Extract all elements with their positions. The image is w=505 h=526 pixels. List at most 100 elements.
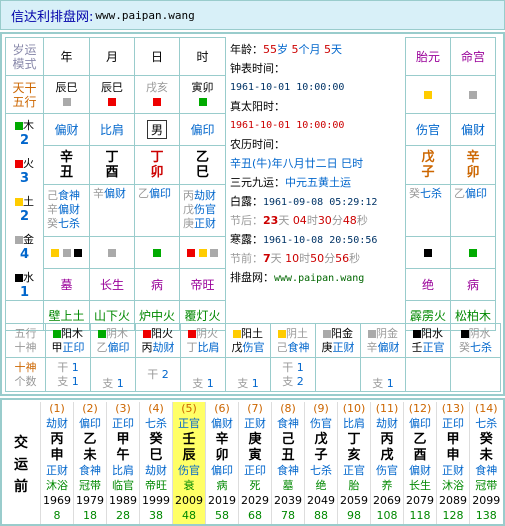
dayun-column[interactable]: (7) 正财庚寅正印死 2029 68	[238, 402, 272, 524]
site-url[interactable]: www.paipan.wang	[95, 9, 194, 22]
dayun-z: 丑	[281, 448, 295, 463]
dayun-column[interactable]: (11) 劫财丙戌伤官养 2069 108	[370, 402, 404, 524]
dayun-z: 亥	[347, 448, 361, 463]
taiyuan-gz: 戊子	[405, 145, 451, 185]
dayun-a: 118	[409, 509, 431, 522]
dayun-g: 癸	[479, 432, 493, 447]
dayun-column[interactable]: (13) 正印甲申正财 沐浴 2089 128	[436, 402, 470, 524]
taiyuan-dot	[405, 235, 451, 269]
dots-month	[89, 235, 135, 269]
dayun-ss: 偏印	[211, 464, 233, 477]
site-line: 排盘网：www.paipan.wang	[230, 271, 365, 284]
dayun-y: 2009	[175, 494, 203, 507]
dayun-z: 巳	[149, 448, 163, 463]
dayun-column[interactable]: (8) 食神己丑食神墓 2039 78	[271, 402, 305, 524]
bazi-panel: 岁运 模式 年 月 日 时 胎元 命宫 天干 五行 辰巳 辰巳 戌亥 寅卯 木2 火…	[0, 32, 505, 396]
dayun-panel: 交运前 (1) 劫财丙申正财 沐浴 1969 8 (2) 偏印乙未食神 冠带 1979 18 (3)…	[0, 398, 505, 526]
dayun-st: 养	[381, 479, 393, 492]
dayun-st: 临官	[112, 479, 134, 492]
dayun-column[interactable]: (9) 伤官戊子七杀绝 2049 88	[304, 402, 338, 524]
state-hour: 帝旺	[179, 267, 226, 302]
dayun-y: 2059	[340, 494, 368, 507]
count-5: 干 1支 2	[270, 357, 316, 392]
clock-label: 钟表时间：	[230, 62, 285, 75]
dots-day	[134, 235, 180, 269]
dayun-a: 18	[83, 509, 97, 522]
col-hour: 时	[179, 37, 226, 76]
dayun-y: 2049	[307, 494, 335, 507]
dayun-s: 七杀	[145, 417, 167, 430]
info-block: 年龄：55岁 5个月 5天 钟表时间： 1961-10-01 10:00:00 …	[230, 40, 408, 287]
dayun-st: 死	[249, 479, 261, 492]
dayun-column[interactable]: (4) 七杀癸巳劫财 帝旺 1999 38	[139, 402, 173, 524]
shen-hour: 偏印	[179, 112, 226, 147]
sum-7: 阴金 辛偏财	[360, 323, 406, 358]
dayun-st: 沐浴	[46, 479, 68, 492]
dayun-a: 8	[53, 509, 61, 522]
dayun-column[interactable]: (12) 偏印乙酉偏财 长生 2079 118	[403, 402, 437, 524]
dayun-ss: 食神	[475, 464, 498, 477]
dayun-n: (4)	[148, 402, 164, 415]
dayun-g: 辛	[215, 432, 229, 447]
dayun-column[interactable]: (2) 偏印乙未食神 冠带 1979 18	[73, 402, 107, 524]
minggong-square	[450, 75, 496, 114]
dayun-n: (12)	[408, 402, 432, 415]
dayun-column[interactable]: (10) 比肩丁亥正官胎 2059 98	[337, 402, 371, 524]
dayun-s: 偏财	[211, 417, 233, 430]
sanyuan-line: 三元九运：中元五黄土运	[230, 176, 351, 189]
dayun-column[interactable]: (5) 正官壬辰伤官衰 2009 48	[172, 402, 206, 524]
dayun-column[interactable]: (14) 七杀癸未食神 冠带 2099 138	[469, 402, 503, 524]
dayun-z: 未	[479, 448, 493, 463]
dayun-ss: 食神	[79, 464, 101, 477]
dayun-st: 沐浴	[442, 479, 464, 492]
dayun-label: 交运前	[14, 435, 28, 495]
taiyuan-square	[405, 75, 451, 114]
dayun-n: (13)	[441, 402, 465, 415]
dayun-ss: 正官	[343, 464, 365, 477]
dayun-n: (10)	[342, 402, 366, 415]
gz-year: 辛丑	[43, 145, 90, 185]
age-line: 年龄：55岁 5个月 5天	[230, 43, 342, 56]
hidden-year: 己食神 辛偏财 癸七杀	[43, 183, 90, 237]
jieqian-line: 节前：7天 10时50分56秒	[230, 252, 361, 265]
dayun-a: 138	[475, 509, 497, 522]
lunar-label: 农历时间：	[230, 138, 285, 151]
taiyuan-hidden: 癸七杀	[405, 183, 451, 237]
branch-month: 辰巳	[89, 75, 135, 114]
gz-day: 丁卯	[134, 145, 180, 185]
dayun-s: 正印	[112, 417, 134, 430]
dots-year	[43, 235, 90, 269]
dayun-n: (9)	[313, 402, 329, 415]
dayun-column[interactable]: (3) 正印甲午比肩 临官 1989 28	[106, 402, 140, 524]
branch-hour: 寅卯	[179, 75, 226, 114]
dayun-st: 冠带	[475, 479, 498, 492]
col-day: 日	[134, 37, 180, 76]
dayun-table: (1) 劫财丙申正财 沐浴 1969 8 (2) 偏印乙未食神 冠带 1979 18 (3) 正印甲午…	[40, 402, 503, 524]
gender-cell: 男	[134, 112, 180, 147]
dayun-g: 丙	[380, 432, 394, 447]
bailu-line: 白露：1961-09-08 05:29:12	[230, 195, 378, 208]
element-square	[108, 98, 116, 106]
dayun-s: 偏印	[409, 417, 431, 430]
ten-gods-summary: 五行 十神 阳木 甲正印 阴木 乙偏印 阳火 丙劫财 阴火 丁比肩 阳土 戊伤官 阴土 己食神…	[5, 323, 501, 392]
dayun-g: 己	[281, 432, 295, 447]
minggong-title: 命宫	[450, 37, 496, 76]
hidden-day: 乙偏印	[134, 183, 180, 237]
dayun-s: 劫财	[46, 417, 68, 430]
dayun-g: 乙	[413, 432, 427, 447]
dayun-column[interactable]: (6) 偏财辛卯偏印病 2019 58	[205, 402, 239, 524]
dayun-z: 申	[446, 448, 460, 463]
dayun-st: 病	[216, 479, 228, 492]
dayun-a: 88	[314, 509, 328, 522]
dayun-y: 2079	[406, 494, 434, 507]
mode-label: 岁运 模式	[5, 37, 44, 76]
dayun-column[interactable]: (1) 劫财丙申正财 沐浴 1969 8	[40, 402, 74, 524]
dayun-ss: 食神	[277, 464, 299, 477]
jiehou-line: 节后：23天 04时30分48秒	[230, 214, 368, 227]
gz-hour: 乙巳	[179, 145, 226, 185]
gz-month: 丁酉	[89, 145, 135, 185]
branch-day: 戌亥	[134, 75, 180, 114]
dayun-a: 38	[149, 509, 163, 522]
dayun-s: 食神	[277, 417, 299, 430]
dayun-s: 伤官	[310, 417, 332, 430]
